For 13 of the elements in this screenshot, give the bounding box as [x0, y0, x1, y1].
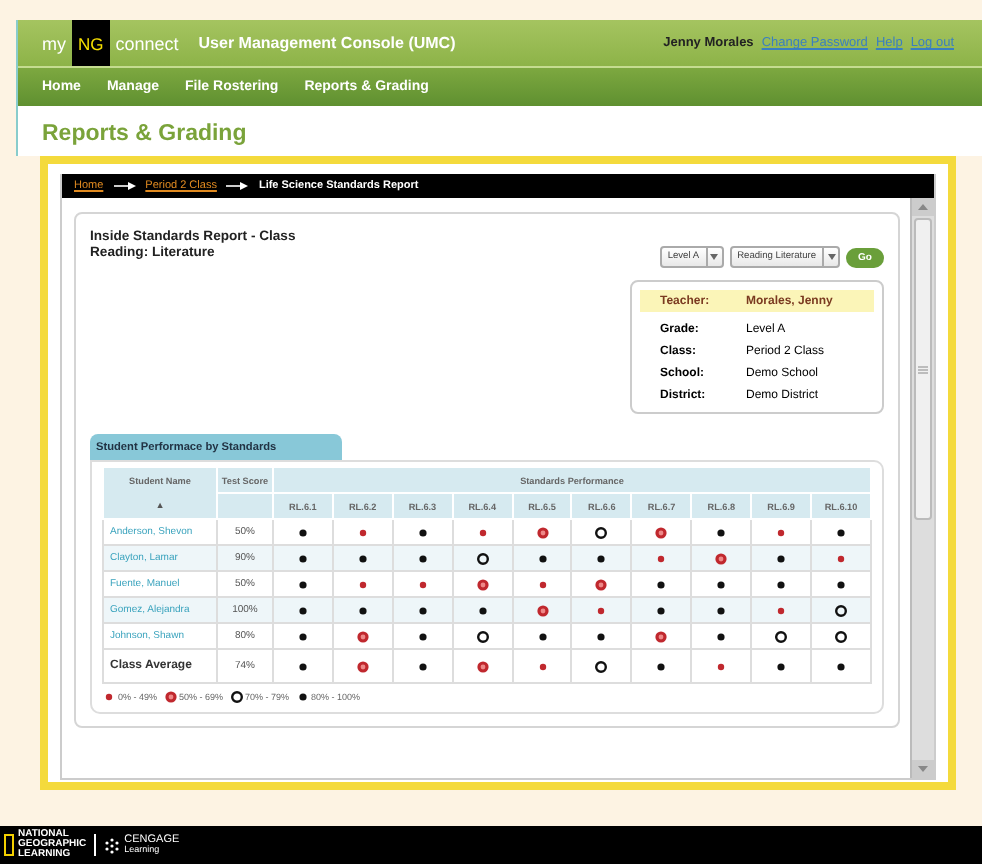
scrollbar[interactable] — [910, 198, 934, 778]
app-title: User Management Console (UMC) — [198, 34, 456, 52]
page-title: Reports & Grading — [40, 120, 249, 150]
scroll-down-icon[interactable] — [918, 766, 928, 772]
caret-icon — [710, 254, 719, 260]
grip-icon — [918, 365, 928, 373]
scroll-up-icon[interactable] — [918, 204, 928, 210]
arrow-icon — [226, 182, 249, 190]
logo-frame-icon — [4, 834, 14, 856]
arrow-icon — [113, 182, 136, 190]
caret-icon — [827, 254, 836, 260]
dots-logo-icon — [104, 837, 121, 853]
app-logo: my NG connect — [42, 20, 179, 66]
